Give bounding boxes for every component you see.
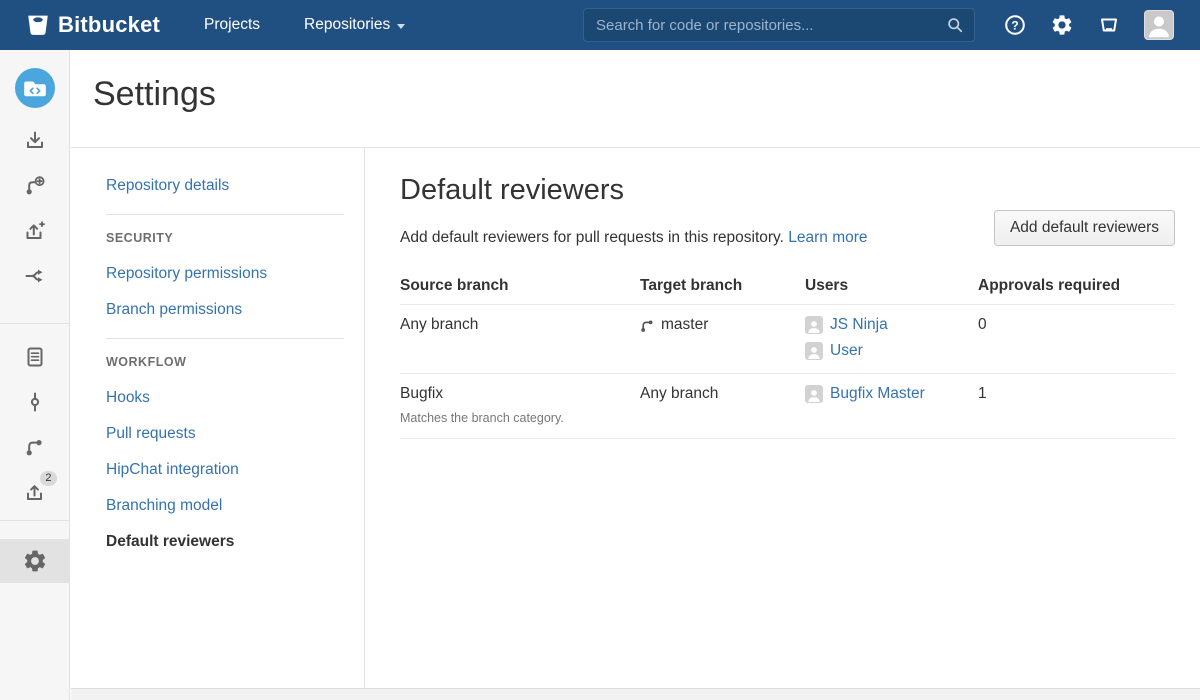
bucket-icon <box>25 12 51 38</box>
settings-menu-repository-permissions[interactable]: Repository permissions <box>106 266 344 282</box>
user-link[interactable]: Bugfix Master <box>805 385 978 403</box>
global-search <box>583 8 975 42</box>
approvals-required-cell: 1 <box>978 374 1175 439</box>
brand-name: Bitbucket <box>58 12 160 38</box>
source-browse-icon[interactable] <box>0 345 70 369</box>
settings-menu-default-reviewers-active[interactable]: Default reviewers <box>106 534 344 550</box>
settings-menu-hipchat-integration[interactable]: HipChat integration <box>106 462 344 478</box>
branches-icon[interactable] <box>0 435 70 459</box>
settings-menu-branch-permissions[interactable]: Branch permissions <box>106 302 344 318</box>
menu-divider <box>106 338 344 339</box>
default-reviewers-table: Source branch Target branch Users Approv… <box>400 267 1175 439</box>
users-cell: Bugfix Master <box>805 374 978 439</box>
create-branch-icon[interactable] <box>0 174 70 198</box>
user-avatar-icon <box>805 385 823 403</box>
sidebar-divider <box>0 520 70 521</box>
table-row: Bugfix Matches the branch category. Any … <box>400 374 1175 439</box>
settings-menu-branching-model[interactable]: Branching model <box>106 498 344 514</box>
gear-icon[interactable] <box>1050 13 1074 37</box>
search-input[interactable] <box>583 8 975 42</box>
settings-menu-heading-workflow: WORKFLOW <box>106 355 344 370</box>
pull-requests-icon[interactable]: 2 <box>0 480 70 504</box>
learn-more-link[interactable]: Learn more <box>788 229 867 246</box>
commits-icon[interactable] <box>0 390 70 414</box>
pull-requests-badge: 2 <box>40 471 56 486</box>
user-link[interactable]: JS Ninja <box>805 316 978 334</box>
page-title: Settings <box>71 50 1200 114</box>
user-avatar-icon <box>805 342 823 360</box>
user-link[interactable]: User <box>805 342 978 360</box>
top-navigation-bar: Bitbucket Projects Repositories ? <box>0 0 1200 50</box>
topbar-icon-cluster: ? <box>1003 10 1174 40</box>
user-avatar-icon <box>805 316 823 334</box>
inbox-icon[interactable] <box>1097 13 1121 37</box>
nav-projects[interactable]: Projects <box>204 16 260 34</box>
column-header-users: Users <box>805 267 978 305</box>
settings-menu: Repository details SECURITY Repository p… <box>71 148 365 688</box>
top-nav-links: Projects Repositories <box>204 16 405 34</box>
table-row: Any branch <box>400 305 1175 374</box>
sidebar-item-settings-active[interactable] <box>0 539 70 583</box>
approvals-required-cell: 0 <box>978 305 1175 374</box>
main-area: Settings Repository details SECURITY Rep… <box>71 50 1200 700</box>
chevron-down-icon <box>397 24 405 29</box>
target-branch-cell: Any branch <box>640 374 805 439</box>
default-reviewers-panel: Default reviewers Add default reviewers … <box>365 148 1200 688</box>
help-icon[interactable]: ? <box>1003 13 1027 37</box>
create-pull-request-icon[interactable] <box>0 219 70 243</box>
compare-icon[interactable] <box>0 264 70 288</box>
source-branch-cell: Any branch <box>400 305 640 374</box>
section-heading: Default reviewers <box>400 174 1175 207</box>
settings-gear-icon <box>22 548 48 574</box>
sidebar-divider <box>0 323 70 324</box>
source-branch-note: Matches the branch category. <box>400 411 640 425</box>
settings-menu-heading-security: SECURITY <box>106 231 344 246</box>
target-branch-cell: master <box>640 305 805 374</box>
footer <box>71 688 1200 700</box>
menu-divider <box>106 214 344 215</box>
search-icon[interactable] <box>945 15 965 35</box>
repository-avatar[interactable] <box>15 68 55 108</box>
settings-menu-repository-details[interactable]: Repository details <box>106 178 344 194</box>
column-header-target-branch: Target branch <box>640 267 805 305</box>
column-header-source-branch: Source branch <box>400 267 640 305</box>
branch-icon <box>640 319 654 333</box>
table-header-row: Source branch Target branch Users Approv… <box>400 267 1175 305</box>
settings-menu-hooks[interactable]: Hooks <box>106 390 344 406</box>
nav-repositories[interactable]: Repositories <box>304 16 405 34</box>
settings-menu-pull-requests[interactable]: Pull requests <box>106 426 344 442</box>
svg-text:?: ? <box>1011 18 1018 32</box>
source-branch-cell: Bugfix Matches the branch category. <box>400 374 640 439</box>
bitbucket-logo[interactable]: Bitbucket <box>25 12 160 38</box>
repository-sidebar: 2 <box>0 50 70 700</box>
column-header-approvals-required: Approvals required <box>978 267 1175 305</box>
add-default-reviewers-button[interactable]: Add default reviewers <box>994 210 1175 246</box>
page-header: Settings <box>71 50 1200 148</box>
users-cell: JS Ninja User <box>805 305 978 374</box>
clone-icon[interactable] <box>0 129 70 153</box>
user-avatar[interactable] <box>1144 10 1174 40</box>
